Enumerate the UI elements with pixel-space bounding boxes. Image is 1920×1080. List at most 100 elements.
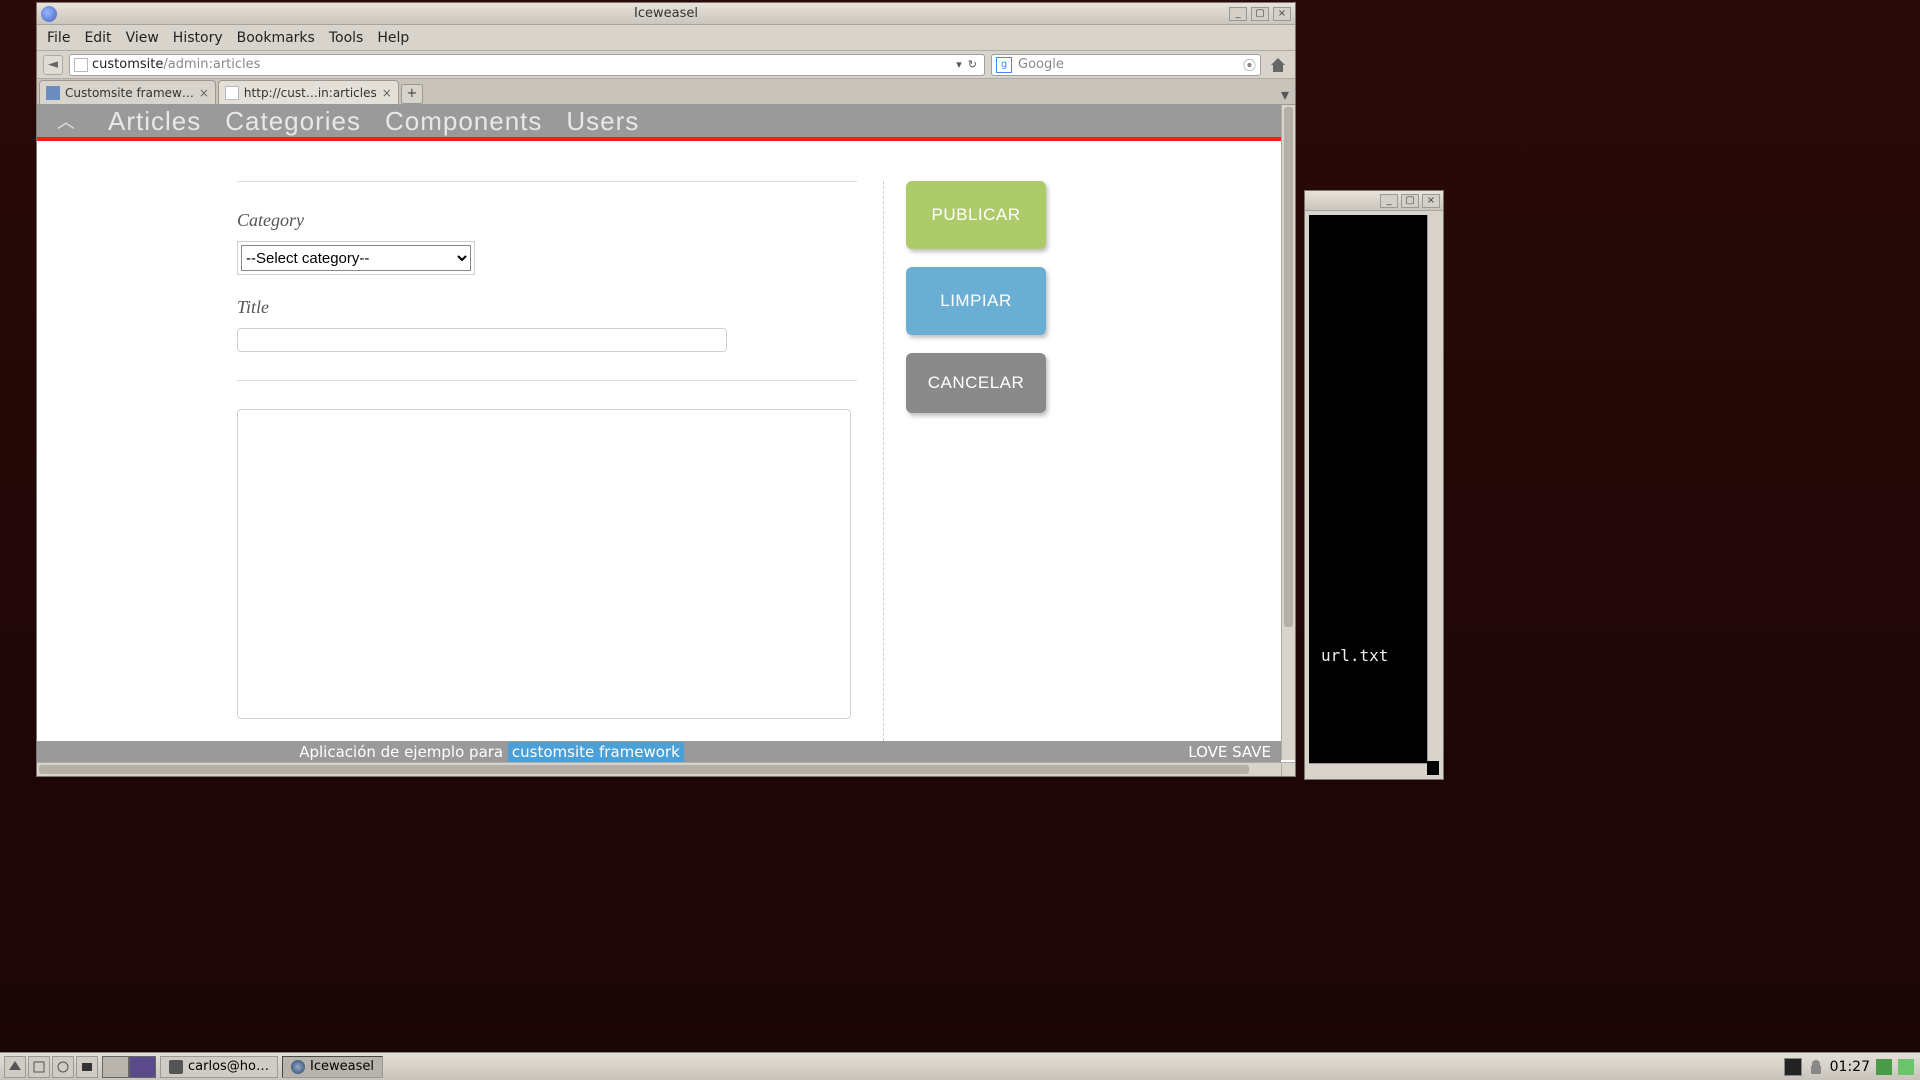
footer-link[interactable]: customsite framework [508, 742, 684, 762]
menu-view[interactable]: View [126, 30, 159, 46]
tab-favicon-icon [46, 86, 60, 100]
page-content: ︿ Articles Categories Components Users C… [37, 105, 1281, 762]
divider [237, 181, 857, 182]
tab-1[interactable]: Customsite framew… × [39, 80, 216, 104]
actions-column: PUBLICAR LIMPIAR CANCELAR [883, 181, 1046, 741]
text-editor-window: _ ▢ × url.txt [1304, 190, 1444, 780]
minimize-button[interactable]: _ [1229, 7, 1247, 21]
editor-area[interactable]: url.txt [1305, 211, 1443, 779]
menu-edit[interactable]: Edit [84, 30, 111, 46]
nav-users[interactable]: Users [566, 106, 639, 137]
desktop: Iceweasel _ ▢ × File Edit View History B… [0, 0, 1920, 1080]
titlebar[interactable]: _ ▢ × [1305, 191, 1443, 211]
category-select-wrap: --Select category-- [237, 241, 475, 275]
search-bar[interactable]: g Google ⦿ [991, 54, 1261, 76]
title-input[interactable] [237, 328, 727, 352]
back-button[interactable]: ◄ [43, 55, 63, 75]
page-favicon-icon [74, 58, 88, 72]
window-buttons: _ ▢ × [1229, 7, 1291, 21]
start-menu-button[interactable] [4, 1056, 26, 1078]
menubar: File Edit View History Bookmarks Tools H… [37, 25, 1295, 51]
search-placeholder: Google [1018, 57, 1064, 72]
tab-label: http://cust…in:articles [244, 86, 377, 100]
content-editor[interactable] [237, 409, 851, 719]
publish-button[interactable]: PUBLICAR [906, 181, 1046, 249]
iceweasel-window: Iceweasel _ ▢ × File Edit View History B… [36, 2, 1296, 777]
task-label: Iceweasel [310, 1059, 374, 1074]
iceweasel-icon [291, 1060, 305, 1074]
taskbar: carlos@ho… Iceweasel 01:27 [0, 1052, 1920, 1080]
file-manager-launcher[interactable] [28, 1056, 50, 1078]
workspace-pager[interactable] [102, 1056, 156, 1078]
menu-help[interactable]: Help [377, 30, 409, 46]
tab-strip: Customsite framew… × http://cust…in:arti… [37, 79, 1295, 105]
task-terminal[interactable]: carlos@ho… [160, 1056, 278, 1078]
menu-history[interactable]: History [173, 30, 223, 46]
footer-right: LOVE SAVE [1188, 743, 1271, 761]
url-dropdown-icon[interactable]: ▾ [953, 58, 965, 71]
tray-indicator-icon[interactable] [1784, 1058, 1802, 1076]
toolbar: ◄ customsite/admin:articles ▾ ↻ g Google… [37, 51, 1295, 79]
window-title: Iceweasel [37, 6, 1295, 21]
tab-favicon-icon [225, 86, 239, 100]
tab-2[interactable]: http://cust…in:articles × [218, 80, 399, 104]
clock[interactable]: 01:27 [1830, 1059, 1870, 1075]
task-label: carlos@ho… [188, 1059, 269, 1074]
tab-close-icon[interactable]: × [199, 86, 209, 100]
admin-nav: ︿ Articles Categories Components Users [37, 105, 1281, 141]
terminal-icon [169, 1060, 183, 1074]
reload-icon[interactable]: ↻ [965, 58, 980, 71]
menu-file[interactable]: File [47, 30, 70, 46]
new-tab-button[interactable]: + [401, 84, 423, 104]
nav-articles[interactable]: Articles [108, 106, 201, 137]
browser-launcher[interactable] [52, 1056, 74, 1078]
feed-icon[interactable]: ⦿ [1243, 55, 1256, 74]
category-select[interactable]: --Select category-- [241, 245, 471, 271]
system-tray: 01:27 [1784, 1058, 1920, 1076]
viewport: ︿ Articles Categories Components Users C… [37, 105, 1295, 776]
form-column: Category --Select category-- Title [237, 181, 857, 741]
footer-text: Aplicación de ejemplo para customsite fr… [299, 743, 684, 761]
scroll-thumb[interactable] [39, 765, 1249, 774]
close-button[interactable]: × [1273, 7, 1291, 21]
lock-icon[interactable] [1808, 1059, 1824, 1075]
horizontal-scrollbar[interactable] [1309, 763, 1427, 775]
cancel-button[interactable]: CANCELAR [906, 353, 1046, 413]
url-bar[interactable]: customsite/admin:articles ▾ ↻ [69, 54, 985, 76]
minimize-button[interactable]: _ [1380, 194, 1398, 208]
scroll-thumb[interactable] [1284, 107, 1293, 627]
page-footer: Aplicación de ejemplo para customsite fr… [37, 741, 1281, 762]
titlebar[interactable]: Iceweasel _ ▢ × [37, 3, 1295, 25]
vertical-scrollbar[interactable] [1281, 105, 1295, 760]
category-label: Category [237, 210, 857, 231]
maximize-button[interactable]: ▢ [1401, 194, 1419, 208]
title-label: Title [237, 297, 857, 318]
vertical-scrollbar[interactable] [1427, 215, 1439, 761]
launcher-tray [0, 1056, 102, 1078]
page-body: Category --Select category-- Title [37, 141, 1281, 741]
home-button[interactable] [1267, 54, 1289, 76]
nav-categories[interactable]: Categories [225, 106, 361, 137]
task-iceweasel[interactable]: Iceweasel [282, 1056, 383, 1078]
logout-icon[interactable] [1898, 1059, 1914, 1075]
tab-close-icon[interactable]: × [382, 86, 392, 100]
iceweasel-icon [41, 6, 57, 22]
horizontal-scrollbar[interactable] [37, 762, 1281, 776]
tab-label: Customsite framew… [65, 86, 194, 100]
terminal-launcher[interactable] [76, 1056, 98, 1078]
collapse-icon[interactable]: ︿ [57, 108, 76, 134]
workspace-1[interactable] [102, 1056, 129, 1078]
menu-bookmarks[interactable]: Bookmarks [237, 30, 315, 46]
url-host: customsite [92, 57, 163, 72]
divider [237, 380, 857, 381]
battery-icon[interactable] [1876, 1059, 1892, 1075]
maximize-button[interactable]: ▢ [1251, 7, 1269, 21]
close-button[interactable]: × [1422, 194, 1440, 208]
url-path: /admin:articles [163, 57, 260, 72]
tabs-dropdown-icon[interactable]: ▾ [1281, 85, 1289, 104]
workspace-2[interactable] [129, 1056, 156, 1078]
search-engine-icon[interactable]: g [996, 57, 1012, 73]
menu-tools[interactable]: Tools [329, 30, 364, 46]
clear-button[interactable]: LIMPIAR [906, 267, 1046, 335]
nav-components[interactable]: Components [385, 106, 542, 137]
